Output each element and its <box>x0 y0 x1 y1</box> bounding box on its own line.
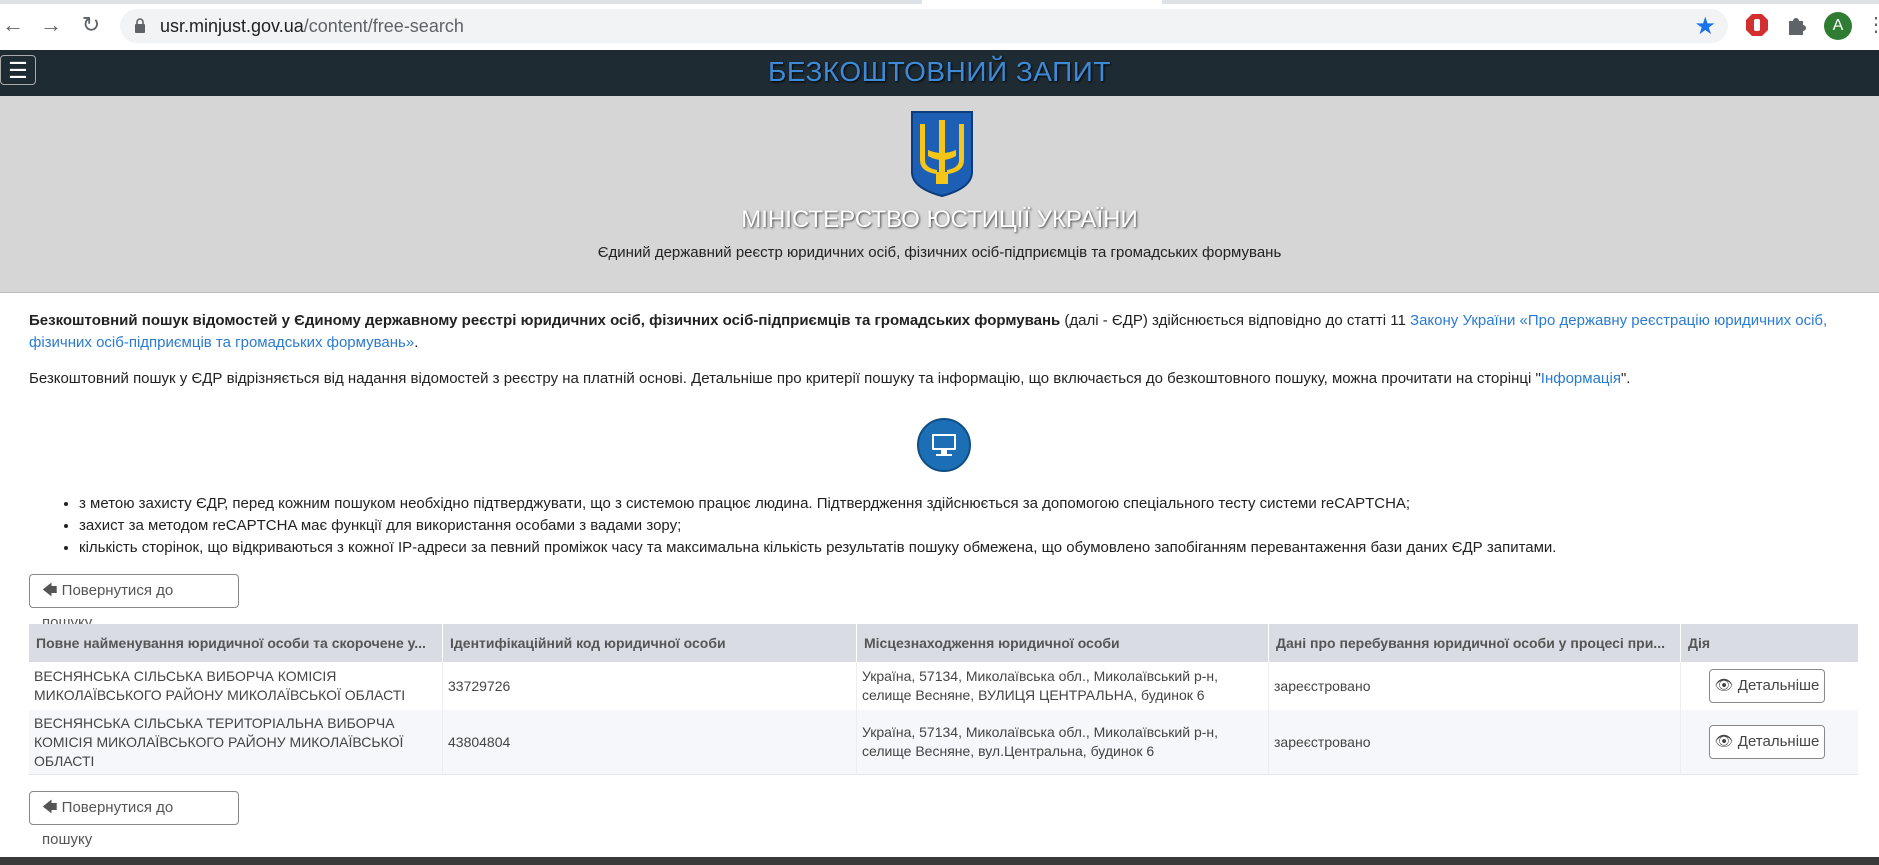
browser-toolbar: ← → ↻ usr.minjust.gov.ua/content/free-se… <box>0 0 1879 51</box>
cell-code: 43804804 <box>443 710 857 774</box>
details-button[interactable]: 👁 Детальніше <box>1709 725 1825 759</box>
cell-address: Україна, 57134, Миколаївська обл., Микол… <box>857 710 1269 774</box>
extensions-puzzle-icon[interactable] <box>1784 12 1810 38</box>
intro-middle-text: (далі - ЄДР) здійснюється відповідно до … <box>1060 312 1411 329</box>
tab-strip <box>0 0 1879 4</box>
cell-address: Україна, 57134, Миколаївська обл., Микол… <box>857 662 1269 710</box>
back-arrow-icon[interactable]: ← <box>0 12 26 38</box>
note-text: Безкоштовний пошук у ЄДР відрізняється в… <box>29 370 1541 387</box>
cell-name: ВЕСНЯНСЬКА СІЛЬСЬКА ТЕРИТОРІАЛЬНА ВИБОРЧ… <box>29 710 443 774</box>
note-end-text: ". <box>1620 370 1631 387</box>
adblock-extension-icon[interactable] <box>1744 12 1770 38</box>
arrow-left-icon: 🡄 <box>42 799 58 816</box>
table-header: Повне найменування юридичної особи та ск… <box>29 624 1858 662</box>
list-item: з метою захисту ЄДР, перед кожним пошуко… <box>79 493 1869 515</box>
profile-avatar[interactable]: A <box>1824 12 1852 40</box>
list-item: захист за методом reCAPTCHA має функції … <box>79 515 1869 537</box>
arrow-left-icon: 🡄 <box>42 582 58 599</box>
intro-end-text: . <box>414 334 419 351</box>
rules-list: з метою захисту ЄДР, перед кожним пошуко… <box>61 493 1869 559</box>
details-label: Детальніше <box>1737 677 1820 694</box>
back-to-search-label: Повернутися до пошуку <box>42 799 174 848</box>
table-row: ВЕСНЯНСЬКА СІЛЬСЬКА ВИБОРЧА КОМІСІЯ МИКО… <box>29 662 1858 711</box>
page-title: БЕЗКОШТОВНИЙ ЗАПИТ <box>768 56 1111 87</box>
reload-icon[interactable]: ↻ <box>78 12 104 38</box>
eye-icon: 👁 <box>1714 677 1734 694</box>
forward-arrow-icon[interactable]: → <box>38 12 64 38</box>
footer-edge <box>0 857 1879 865</box>
cell-name: ВЕСНЯНСЬКА СІЛЬСЬКА ВИБОРЧА КОМІСІЯ МИКО… <box>29 662 443 710</box>
details-label: Детальніше <box>1737 733 1820 750</box>
address-bar[interactable]: usr.minjust.gov.ua/content/free-search ★ <box>120 9 1728 43</box>
column-header-status[interactable]: Дані про перебування юридичної особи у п… <box>1269 624 1681 662</box>
intro-paragraph: Безкоштовний пошук відомостей у Єдиному … <box>29 310 1859 354</box>
coat-of-arms-icon <box>911 111 973 198</box>
cell-status: зареєстровано <box>1269 710 1681 774</box>
back-to-search-button[interactable]: 🡄 Повернутися до пошуку <box>29 574 239 631</box>
intro-bold-text: Безкоштовний пошук відомостей у Єдиному … <box>29 312 1061 329</box>
column-header-action: Дія <box>1688 635 1711 651</box>
site-header: МІНІСТЕРСТВО ЮСТИЦІЇ УКРАЇНИ Єдиний держ… <box>0 96 1879 293</box>
column-header-address[interactable]: Місцезнаходження юридичної особи <box>857 624 1269 662</box>
register-name: Єдиний державний реєстр юридичних осіб, … <box>597 244 1282 261</box>
information-link[interactable]: Інформація <box>1541 370 1621 387</box>
details-button[interactable]: 👁 Детальніше <box>1709 669 1825 703</box>
browser-menu-icon[interactable]: ⋮ <box>1866 12 1879 37</box>
column-header-code[interactable]: Ідентифікаційний код юридичної особи <box>443 624 857 662</box>
site-topbar: ☰ БЕЗКОШТОВНИЙ ЗАПИТ <box>0 50 1879 96</box>
monitor-icon <box>917 418 971 472</box>
bookmark-star-icon[interactable]: ★ <box>1694 12 1716 41</box>
back-to-search-button[interactable]: 🡄 Повернутися до пошуку <box>29 791 239 848</box>
column-header-name[interactable]: Повне найменування юридичної особи та ск… <box>29 624 443 662</box>
note-paragraph: Безкоштовний пошук у ЄДР відрізняється в… <box>29 368 1859 390</box>
table-row: ВЕСНЯНСЬКА СІЛЬСЬКА ТЕРИТОРІАЛЬНА ВИБОРЧ… <box>29 710 1858 775</box>
list-item: кількість сторінок, що відкриваються з к… <box>79 537 1869 559</box>
ministry-name: МІНІСТЕРСТВО ЮСТИЦІЇ УКРАЇНИ <box>741 206 1138 233</box>
cell-code: 33729726 <box>443 662 857 710</box>
cell-status: зареєстровано <box>1269 662 1681 710</box>
url-host: usr.minjust.gov.ua <box>160 16 304 36</box>
eye-icon: 👁 <box>1714 733 1734 750</box>
url-path: /content/free-search <box>303 16 464 36</box>
active-tab[interactable] <box>922 0 1162 4</box>
url-text: usr.minjust.gov.ua/content/free-search <box>160 16 464 37</box>
lock-icon <box>135 18 145 33</box>
